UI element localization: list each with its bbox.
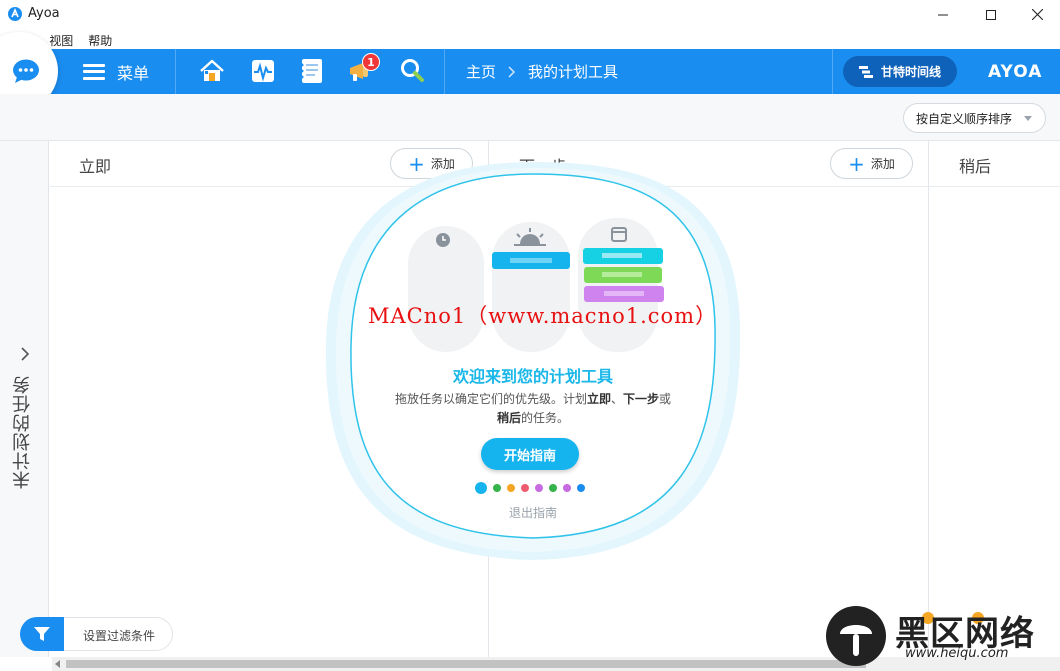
maximize-button[interactable]: [968, 0, 1014, 29]
funnel-icon: [34, 627, 50, 641]
hamburger-icon: [83, 63, 105, 80]
heiqu-url: www.heiqu.com: [905, 646, 1009, 661]
chevron-right-icon: [508, 65, 516, 78]
chat-bubble-icon[interactable]: [12, 59, 40, 84]
gantt-label: 甘特时间线: [880, 65, 941, 79]
chevron-right-icon[interactable]: [18, 347, 32, 361]
caret-down-icon: [1024, 116, 1032, 121]
window-title: Ayoa: [28, 6, 60, 21]
title-bar: Ayoa: [0, 0, 1060, 29]
toolbar-divider: [444, 49, 445, 94]
scrollbar-thumb[interactable]: [66, 660, 866, 668]
close-button[interactable]: [1014, 0, 1060, 29]
menu-bar: Ayoa 视图 帮助: [0, 29, 1060, 49]
main-menu-button[interactable]: 菜单: [83, 49, 149, 94]
home-icon[interactable]: [198, 57, 226, 85]
pagination-dot[interactable]: [493, 484, 501, 492]
desc-next: 下一步: [623, 392, 660, 406]
guide-pagination: [475, 482, 591, 494]
toolbar-divider: [175, 49, 176, 94]
add-label: 添加: [870, 157, 895, 171]
minimize-icon: [938, 14, 948, 15]
pagination-dot[interactable]: [521, 484, 529, 492]
sort-label: 按自定义顺序排序: [916, 111, 1013, 126]
onboarding-description: 拖放任务以确定它们的优先级。计划立即、下一步或稍后的任务。: [384, 390, 682, 428]
onboarding-title: 欢迎来到您的计划工具: [452, 367, 613, 386]
watermark-text: MACno1（www.macno1.com）: [368, 304, 718, 328]
main-toolbar: 菜单 1 主页 我的计划工具 甘特时间线 AYOA: [0, 49, 1060, 94]
column-title-now: 立即: [79, 157, 112, 176]
pagination-dot[interactable]: [563, 484, 571, 492]
onboarding-content: 欢迎来到您的计划工具 拖放任务以确定它们的优先级。计划立即、下一步或稍后的任务。…: [322, 156, 744, 566]
activity-icon[interactable]: [249, 57, 277, 85]
desc-now: 立即: [586, 392, 611, 406]
pagination-dot[interactable]: [507, 484, 515, 492]
column-divider: [928, 141, 929, 657]
gantt-icon: [858, 65, 873, 78]
toolbar-divider: [832, 49, 833, 94]
filter-label: 设置过滤条件: [83, 629, 156, 643]
sort-bar: [0, 94, 1060, 141]
filter-button[interactable]: [20, 617, 64, 651]
close-icon: [1031, 9, 1043, 20]
start-guide-button[interactable]: 开始指南: [481, 438, 579, 470]
unscheduled-tasks-panel[interactable]: 未计划的任务: [0, 141, 49, 657]
unscheduled-tasks-label: 未计划的任务: [12, 375, 33, 489]
desc-sep: 、: [610, 392, 623, 406]
menu-help[interactable]: 帮助: [83, 29, 112, 49]
sort-dropdown[interactable]: 按自定义顺序排序: [903, 103, 1046, 133]
scroll-left-icon[interactable]: [55, 660, 60, 668]
column-title-later: 稍后: [959, 157, 992, 176]
desc-or: 或: [659, 392, 672, 406]
gantt-timeline-button[interactable]: 甘特时间线: [843, 56, 957, 87]
filter-control[interactable]: 设置过滤条件: [20, 617, 173, 651]
breadcrumb-home[interactable]: 主页: [466, 61, 496, 82]
notebook-icon[interactable]: [298, 57, 326, 85]
add-task-next-button[interactable]: + 添加: [830, 148, 913, 179]
pagination-dot[interactable]: [475, 482, 487, 494]
desc-later: 稍后: [496, 411, 521, 425]
desc-suffix: 的任务。: [521, 411, 570, 425]
plus-icon: +: [848, 151, 865, 176]
notification-badge: 1: [362, 53, 380, 71]
pagination-dot[interactable]: [577, 484, 585, 492]
maximize-icon: [986, 9, 996, 20]
main-menu-label: 菜单: [117, 63, 150, 83]
search-icon[interactable]: [398, 57, 426, 85]
minimize-button[interactable]: [920, 0, 966, 29]
pagination-dot[interactable]: [535, 484, 543, 492]
breadcrumb: 主页 我的计划工具: [466, 49, 618, 94]
brand-logo: AYOA: [988, 62, 1043, 82]
ayoa-logo-icon: [8, 7, 22, 21]
pagination-dot[interactable]: [549, 484, 557, 492]
breadcrumb-current: 我的计划工具: [528, 63, 619, 81]
exit-guide-link[interactable]: 退出指南: [322, 504, 744, 521]
desc-text: 拖放任务以确定它们的优先级。计划: [394, 392, 587, 406]
